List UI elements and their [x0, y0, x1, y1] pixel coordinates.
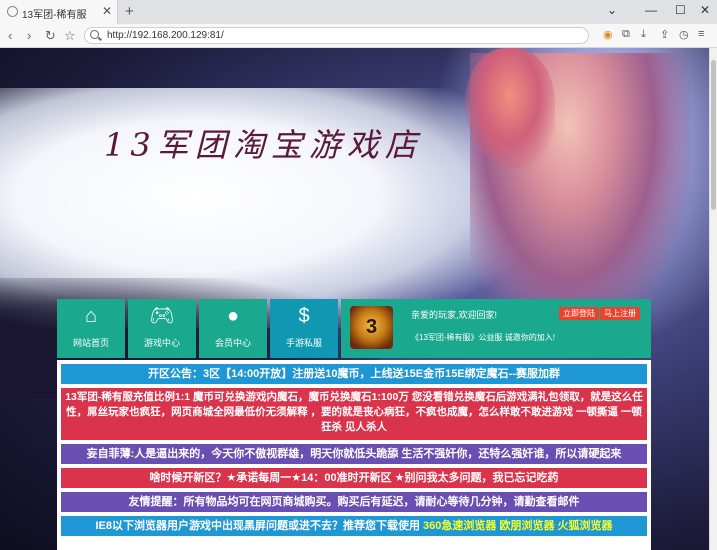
maximize-icon[interactable]: ☐	[675, 3, 686, 17]
home-icon: ⌂	[84, 305, 98, 327]
nav-mobile-private[interactable]: $ 手游私服	[270, 299, 338, 358]
address-bar[interactable]: http://192.168.200.129:81/	[84, 27, 589, 44]
link-firefox-browser[interactable]: 火狐浏览器	[558, 520, 613, 532]
announcement-new-server: 啥时候开新区？★承诺每周一★14：00准时开新区 ★别问我太多问题，我已忘记吃药	[61, 468, 647, 488]
globe-icon	[7, 6, 18, 17]
search-icon	[90, 30, 99, 39]
tab-title: 13军团-稀有服	[22, 10, 87, 21]
minimize-icon[interactable]: —	[645, 3, 657, 17]
welcome-text: 亲爱的玩家,欢迎回家!	[411, 310, 498, 320]
page-scrollbar[interactable]	[709, 48, 717, 550]
nav-member-center[interactable]: ● 会员中心	[199, 299, 267, 358]
nav-mobile-private-label: 手游私服	[285, 338, 322, 348]
dollar-icon: $	[298, 305, 310, 327]
announcement-reminder: 友情提醒：所有物品均可在网页商城购买。购买后有延迟，请耐心等待几分钟，请勤查看邮…	[61, 492, 647, 512]
avatar-badge: 3	[365, 316, 378, 338]
user-icon: ●	[226, 305, 240, 327]
window-close-icon[interactable]: ✕	[700, 3, 710, 17]
forward-icon[interactable]: ›	[27, 28, 31, 43]
downloads-icon[interactable]: ⤓	[641, 28, 646, 41]
nav-home-label: 网站首页	[72, 338, 109, 348]
avatar: 3	[350, 306, 393, 349]
bookmark-star-icon[interactable]: ☆	[64, 28, 76, 44]
announcement-recharge: 13军团-稀有服充值比例1:1 魔币可兑换游戏内魔石，魔币兑换魔石1:100万 …	[61, 388, 647, 440]
page-viewport: 13军团淘宝游戏店 ⌂ 网站首页 🎮︎ 游戏中心 ● 会员中心 $ 手游私服 3…	[0, 48, 717, 550]
gamepad-icon: 🎮︎	[149, 305, 175, 327]
announcement-motto: 妄自菲薄:人是逼出来的，今天你不傲视群雄，明天你就低头跪舔 生活不强奸你，还特么…	[61, 444, 647, 464]
browser-tab[interactable]: 13军团-稀有服 ✕	[0, 0, 118, 24]
nav-home[interactable]: ⌂ 网站首页	[57, 299, 125, 358]
close-tab-icon[interactable]: ✕	[102, 4, 112, 18]
shop-title: 13军团淘宝游戏店	[104, 126, 423, 164]
announcement-browser: IE8以下浏览器用户游戏中出现黑屏问题或进不去？推荐您下载使用 360急速浏览器…	[61, 516, 647, 536]
translate-icon[interactable]: ⧉	[622, 28, 630, 41]
link-opera-browser[interactable]: 欧朋浏览器	[499, 520, 554, 532]
login-panel: 3 亲爱的玩家,欢迎回家! 立即登陆 马上注册 《13军团-稀有服》公益服 诚邀…	[341, 299, 651, 358]
login-button[interactable]: 立即登陆	[559, 307, 599, 320]
announcement-open-server: 开区公告：3区【14:00开放】注册送10魔币，上线送15E金币15E绑定魔石-…	[61, 364, 647, 384]
nav-game-center[interactable]: 🎮︎ 游戏中心	[128, 299, 196, 358]
extension-icon[interactable]: ◉	[603, 28, 613, 41]
welcome-notice: 《13军团-稀有服》公益服 诚邀你的加入!	[411, 333, 556, 342]
link-360-browser[interactable]: 360急速浏览器	[423, 520, 496, 532]
nav-game-center-label: 游戏中心	[143, 338, 180, 348]
reload-icon[interactable]: ↻	[45, 28, 56, 44]
browser-tip-text: IE8以下浏览器用户游戏中出现黑屏问题或进不去？推荐您下载使用	[95, 520, 420, 532]
url-text: http://192.168.200.129:81/	[107, 30, 224, 41]
nav-member-center-label: 会员中心	[214, 338, 251, 348]
address-toolbar: ‹ › ↻ ☆ http://192.168.200.129:81/ ◉ ⧉ ⤓…	[0, 24, 717, 48]
scrollbar-thumb[interactable]	[711, 60, 716, 210]
register-button[interactable]: 马上注册	[600, 307, 640, 320]
new-tab-button[interactable]: +	[125, 3, 134, 20]
announcement-panel: 开区公告：3区【14:00开放】注册送10魔币，上线送15E金币15E绑定魔石-…	[57, 360, 651, 550]
menu-icon[interactable]: ≡	[698, 28, 704, 40]
share-icon[interactable]: ⇪	[660, 28, 669, 41]
history-icon[interactable]: ◷	[679, 28, 689, 41]
tab-strip: 13军团-稀有服 ✕ + ⌄ — ☐ ✕	[0, 0, 717, 24]
tab-search-icon[interactable]: ⌄	[607, 3, 617, 17]
back-icon[interactable]: ‹	[8, 28, 12, 43]
